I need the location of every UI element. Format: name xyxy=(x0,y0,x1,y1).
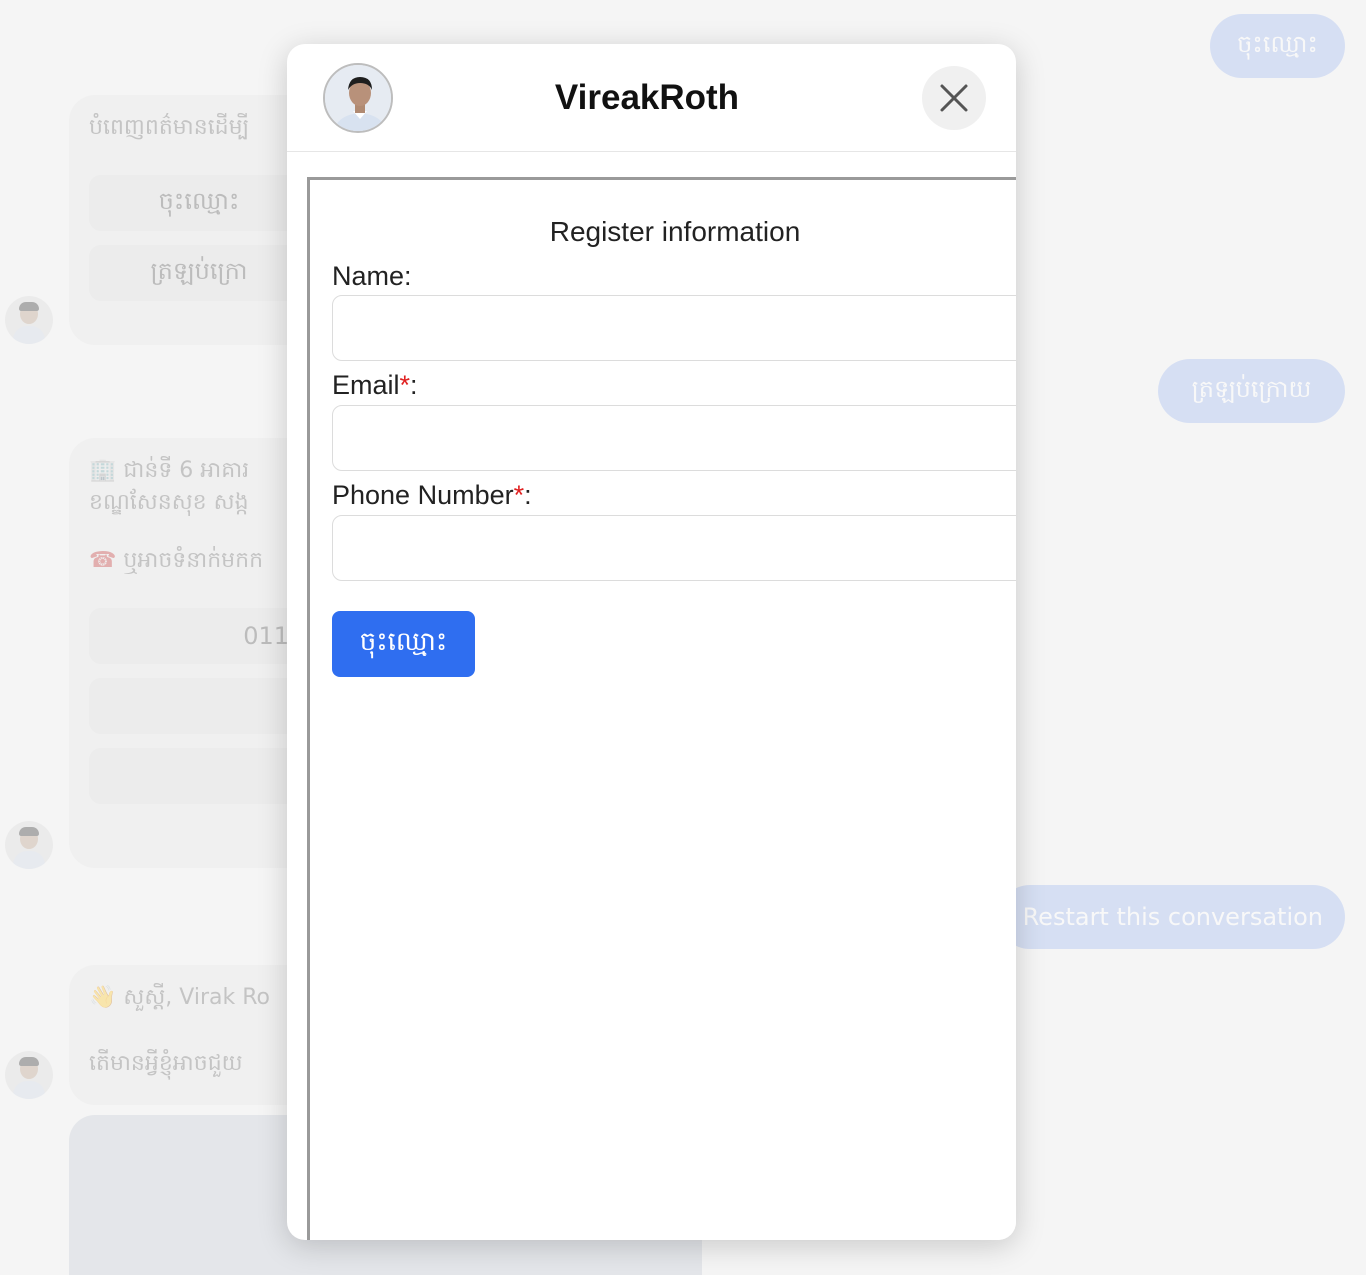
email-label-colon: : xyxy=(410,370,418,400)
required-marker: * xyxy=(399,370,411,400)
restart-conversation-button[interactable]: Restart this conversation xyxy=(998,885,1345,949)
phone-label: Phone Number*: xyxy=(332,480,532,511)
question-text: តើមានអ្វីខ្ញុំអាចជួយ xyxy=(89,1051,243,1076)
phone-icon: ☎ xyxy=(89,548,117,573)
restart-label: Restart this conversation xyxy=(1022,903,1323,931)
modal-header: VireakRoth xyxy=(287,44,1016,152)
name-label: Name: xyxy=(332,261,412,292)
user-message-register: ចុះឈ្មោះ xyxy=(1210,14,1345,78)
address-line-2: ខណ្ឌសែនសុខ សង្ក xyxy=(89,490,249,515)
bot-option-label: 011 xyxy=(243,622,289,650)
user-message-text: ចុះឈ្មោះ xyxy=(1237,29,1318,58)
phone-label-text: Phone Number xyxy=(332,480,514,510)
wave-icon: 👋 xyxy=(89,985,117,1010)
user-message-text: ត្រឡប់ក្រោយ xyxy=(1191,374,1312,403)
profile-avatar xyxy=(323,63,393,133)
bot-option-blank-1[interactable] xyxy=(89,678,309,734)
building-icon: 🏢 xyxy=(89,458,117,483)
bot-message-text: បំពេញពត៌មានដើម្បី xyxy=(89,115,250,140)
bot-avatar xyxy=(5,1051,53,1099)
phone-text: ឬអាចទំនាក់មកក xyxy=(123,548,264,573)
close-button[interactable] xyxy=(922,66,986,130)
email-input[interactable] xyxy=(332,405,1016,471)
bot-option-register[interactable]: ចុះឈ្មោះ xyxy=(89,175,309,231)
registration-form-frame: Register information Name: Email*: Phone… xyxy=(307,177,1016,1240)
bot-avatar xyxy=(5,821,53,869)
email-label: Email*: xyxy=(332,370,418,401)
phone-input[interactable] xyxy=(332,515,1016,581)
user-message-back: ត្រឡប់ក្រោយ xyxy=(1158,359,1345,423)
bot-avatar xyxy=(5,296,53,344)
name-label-colon: : xyxy=(404,261,412,291)
bot-option-blank-2[interactable] xyxy=(89,748,309,804)
name-input[interactable] xyxy=(332,295,1016,361)
bot-option-label: ចុះឈ្មោះ xyxy=(158,186,240,215)
register-submit-button[interactable]: ចុះឈ្មោះ xyxy=(332,611,475,677)
registration-modal: VireakRoth Register information Name: Em… xyxy=(287,44,1016,1240)
phone-label-colon: : xyxy=(524,480,532,510)
close-x-icon xyxy=(940,84,968,112)
bot-option-back[interactable]: ត្រឡប់ក្រោ xyxy=(89,245,309,301)
address-line-1: ជាន់ទី 6 អាគារ xyxy=(123,458,250,483)
form-heading: Register information xyxy=(549,216,801,247)
bot-option-label: ត្រឡប់ក្រោ xyxy=(150,256,248,285)
bot-option-phone[interactable]: 011 xyxy=(89,608,309,664)
avatar-photo-icon xyxy=(325,65,391,131)
required-marker: * xyxy=(513,480,525,510)
name-label-text: Name xyxy=(332,261,405,291)
greeting-text: សួស្តី, Virak Ro xyxy=(123,985,270,1010)
email-label-text: Email xyxy=(332,370,400,400)
modal-title: VireakRoth xyxy=(554,78,740,117)
